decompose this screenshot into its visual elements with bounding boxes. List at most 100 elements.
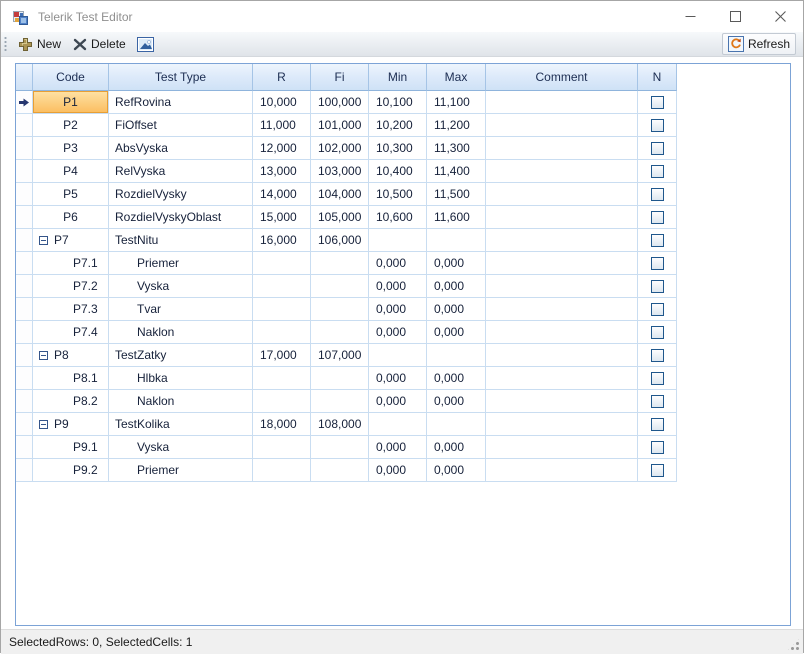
- cell-fi[interactable]: 103,000: [311, 160, 369, 183]
- row-header[interactable]: [16, 91, 33, 114]
- n-checkbox[interactable]: [651, 464, 664, 477]
- cell-test-type[interactable]: Vyska: [109, 275, 253, 298]
- maximize-button[interactable]: [713, 1, 758, 32]
- n-checkbox[interactable]: [651, 119, 664, 132]
- cell-fi[interactable]: 108,000: [311, 413, 369, 436]
- cell-max[interactable]: [427, 344, 486, 367]
- cell-min[interactable]: 10,200: [369, 114, 427, 137]
- cell-r[interactable]: [253, 390, 311, 413]
- column-header-fi[interactable]: Fi: [311, 64, 369, 91]
- cell-test-type[interactable]: RozdielVysky: [109, 183, 253, 206]
- n-checkbox[interactable]: [651, 326, 664, 339]
- cell-min[interactable]: 10,300: [369, 137, 427, 160]
- row-header[interactable]: [16, 183, 33, 206]
- cell-r[interactable]: [253, 275, 311, 298]
- cell-r[interactable]: 16,000: [253, 229, 311, 252]
- cell-fi[interactable]: 102,000: [311, 137, 369, 160]
- cell-code[interactable]: P7.3: [33, 298, 109, 321]
- cell-test-type[interactable]: AbsVyska: [109, 137, 253, 160]
- cell-test-type[interactable]: Vyska: [109, 436, 253, 459]
- cell-max[interactable]: 11,600: [427, 206, 486, 229]
- cell-min[interactable]: 0,000: [369, 459, 427, 482]
- cell-fi[interactable]: [311, 275, 369, 298]
- cell-test-type[interactable]: Tvar: [109, 298, 253, 321]
- cell-comment[interactable]: [486, 91, 638, 114]
- minimize-button[interactable]: [668, 1, 713, 32]
- row-header[interactable]: [16, 321, 33, 344]
- row-header[interactable]: [16, 229, 33, 252]
- image-button[interactable]: [132, 33, 159, 55]
- cell-comment[interactable]: [486, 252, 638, 275]
- cell-min[interactable]: 10,600: [369, 206, 427, 229]
- cell-code[interactable]: P5: [33, 183, 109, 206]
- cell-comment[interactable]: [486, 367, 638, 390]
- column-header-n[interactable]: N: [638, 64, 677, 91]
- row-header[interactable]: [16, 344, 33, 367]
- cell-test-type[interactable]: Naklon: [109, 390, 253, 413]
- cell-code[interactable]: P1: [33, 91, 109, 114]
- cell-fi[interactable]: [311, 252, 369, 275]
- cell-comment[interactable]: [486, 183, 638, 206]
- cell-comment[interactable]: [486, 160, 638, 183]
- cell-comment[interactable]: [486, 436, 638, 459]
- cell-r[interactable]: 10,000: [253, 91, 311, 114]
- delete-button[interactable]: Delete: [67, 33, 132, 55]
- refresh-button[interactable]: Refresh: [722, 33, 796, 55]
- cell-max[interactable]: 11,400: [427, 160, 486, 183]
- n-checkbox[interactable]: [651, 303, 664, 316]
- row-header[interactable]: [16, 436, 33, 459]
- cell-comment[interactable]: [486, 298, 638, 321]
- cell-max[interactable]: 11,200: [427, 114, 486, 137]
- cell-min[interactable]: 10,400: [369, 160, 427, 183]
- cell-fi[interactable]: [311, 459, 369, 482]
- column-header-test-type[interactable]: Test Type: [109, 64, 253, 91]
- column-header-max[interactable]: Max: [427, 64, 486, 91]
- cell-comment[interactable]: [486, 344, 638, 367]
- cell-r[interactable]: 12,000: [253, 137, 311, 160]
- n-checkbox[interactable]: [651, 395, 664, 408]
- cell-min[interactable]: 0,000: [369, 321, 427, 344]
- cell-max[interactable]: [427, 413, 486, 436]
- cell-test-type[interactable]: Hlbka: [109, 367, 253, 390]
- cell-fi[interactable]: 100,000: [311, 91, 369, 114]
- row-header[interactable]: [16, 114, 33, 137]
- cell-test-type[interactable]: Naklon: [109, 321, 253, 344]
- cell-test-type[interactable]: RelVyska: [109, 160, 253, 183]
- cell-max[interactable]: 0,000: [427, 321, 486, 344]
- cell-code[interactable]: P8: [33, 344, 109, 367]
- cell-r[interactable]: 14,000: [253, 183, 311, 206]
- cell-r[interactable]: 13,000: [253, 160, 311, 183]
- cell-code[interactable]: P6: [33, 206, 109, 229]
- cell-code[interactable]: P7.4: [33, 321, 109, 344]
- cell-min[interactable]: 0,000: [369, 275, 427, 298]
- cell-max[interactable]: 0,000: [427, 390, 486, 413]
- n-checkbox[interactable]: [651, 142, 664, 155]
- cell-min[interactable]: 10,500: [369, 183, 427, 206]
- cell-fi[interactable]: [311, 298, 369, 321]
- cell-max[interactable]: 0,000: [427, 298, 486, 321]
- n-checkbox[interactable]: [651, 234, 664, 247]
- cell-fi[interactable]: [311, 436, 369, 459]
- resize-grip[interactable]: [787, 638, 800, 651]
- cell-r[interactable]: [253, 367, 311, 390]
- cell-comment[interactable]: [486, 229, 638, 252]
- cell-comment[interactable]: [486, 459, 638, 482]
- row-header[interactable]: [16, 298, 33, 321]
- column-header-row-indicator[interactable]: [16, 64, 33, 91]
- cell-min[interactable]: [369, 413, 427, 436]
- cell-code[interactable]: P8.2: [33, 390, 109, 413]
- cell-comment[interactable]: [486, 321, 638, 344]
- cell-code[interactable]: P2: [33, 114, 109, 137]
- collapse-icon[interactable]: [39, 351, 48, 360]
- cell-comment[interactable]: [486, 275, 638, 298]
- cell-r[interactable]: 11,000: [253, 114, 311, 137]
- row-header[interactable]: [16, 413, 33, 436]
- cell-max[interactable]: 0,000: [427, 459, 486, 482]
- column-header-min[interactable]: Min: [369, 64, 427, 91]
- cell-max[interactable]: 0,000: [427, 252, 486, 275]
- cell-code[interactable]: P7.1: [33, 252, 109, 275]
- cell-test-type[interactable]: RozdielVyskyOblast: [109, 206, 253, 229]
- n-checkbox[interactable]: [651, 165, 664, 178]
- cell-min[interactable]: [369, 344, 427, 367]
- cell-max[interactable]: 11,100: [427, 91, 486, 114]
